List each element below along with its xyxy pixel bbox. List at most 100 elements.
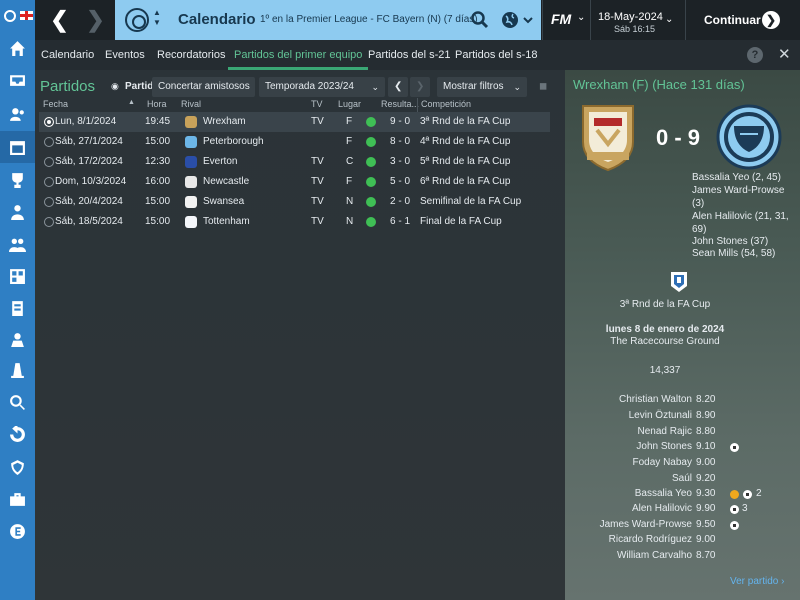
player-name[interactable]: Ricardo Rodríguez <box>609 534 692 545</box>
opponent-name[interactable]: Tottenham <box>203 216 250 227</box>
competition[interactable]: 3ª Rnd de la FA Cup <box>420 116 510 127</box>
club-crest-icon[interactable] <box>125 8 149 32</box>
lock-icon[interactable]: ◼ <box>533 77 553 97</box>
search-icon[interactable] <box>0 386 35 418</box>
globe-icon[interactable] <box>501 10 537 30</box>
inbox-icon[interactable] <box>0 64 35 96</box>
row-radio[interactable] <box>44 177 54 187</box>
player-name[interactable]: Alen Halilovic <box>632 503 692 514</box>
league-status[interactable]: 1º en la Premier League - FC Bayern (N) … <box>260 14 478 25</box>
opponent-name[interactable]: Newcastle <box>203 176 249 187</box>
back-arrow-icon[interactable]: ❮ <box>41 0 78 40</box>
help-icon[interactable]: ? <box>747 47 763 63</box>
transfers-icon[interactable] <box>0 418 35 450</box>
match-competition[interactable]: 3ª Rnd de la FA Cup <box>565 299 765 310</box>
col-competition[interactable]: Competición <box>421 99 471 109</box>
staff-icon[interactable] <box>0 196 35 228</box>
development-icon[interactable] <box>0 323 35 355</box>
calendar-icon[interactable] <box>0 131 35 163</box>
opponent-name[interactable]: Peterborough <box>203 136 264 147</box>
work-icon[interactable] <box>0 483 35 515</box>
tab-recordatorios[interactable]: Recordatorios <box>157 40 225 70</box>
season-select[interactable]: Temporada 2023/24 ⌄ <box>259 77 385 97</box>
match-result[interactable]: 2 - 0 <box>390 196 410 207</box>
game-date[interactable]: 18-May-2024 <box>598 11 663 23</box>
chevron-down-icon[interactable]: ⌄ <box>665 14 673 25</box>
row-radio[interactable] <box>44 137 54 147</box>
view-match-link[interactable]: Ver partido › <box>730 576 785 587</box>
club-info-icon[interactable] <box>0 451 35 483</box>
manchester-city-crest-icon[interactable] <box>716 104 782 170</box>
player-name[interactable]: Levin Öztunali <box>629 410 692 421</box>
finances-icon[interactable] <box>0 515 35 547</box>
show-filters-button[interactable]: Mostrar filtros ⌄ <box>437 77 527 97</box>
match-result[interactable]: 3 - 0 <box>390 156 410 167</box>
match-result[interactable]: 6 - 1 <box>390 216 410 227</box>
table-row[interactable]: Sáb, 18/5/2024 15:00 Tottenham TV N 6 - … <box>39 212 550 232</box>
player-name[interactable]: William Carvalho <box>617 550 692 561</box>
partidos-toggle[interactable]: Partid <box>125 81 153 92</box>
player-name[interactable]: Nenad Rajic <box>638 426 692 437</box>
row-radio[interactable] <box>44 217 54 227</box>
wrexham-crest-icon[interactable] <box>579 102 637 172</box>
player-name[interactable]: John Stones <box>636 441 692 452</box>
table-row[interactable]: Sáb, 27/1/2024 15:00 Peterborough F 8 - … <box>39 132 550 152</box>
tab-partidos-s18[interactable]: Partidos del s-18 <box>455 40 538 70</box>
tab-partidos-primer-equipo[interactable]: Partidos del primer equipo <box>227 40 369 70</box>
table-row[interactable]: Dom, 10/3/2024 16:00 Newcastle TV F 5 - … <box>39 172 550 192</box>
row-radio[interactable] <box>44 197 54 207</box>
chevron-updown-icon[interactable]: ▲ ▼ <box>153 8 161 28</box>
arrange-friendlies-button[interactable]: Concertar amistosos <box>152 77 255 97</box>
opponent-name[interactable]: Swansea <box>203 196 244 207</box>
opponent-name[interactable]: Wrexham <box>203 116 246 127</box>
row-radio[interactable] <box>44 157 54 167</box>
medical-icon[interactable] <box>0 354 35 386</box>
table-row[interactable]: Lun, 8/1/2024 19:45 Wrexham TV F 9 - 0 3… <box>39 112 550 132</box>
table-row[interactable]: Sáb, 20/4/2024 15:00 Swansea TV N 2 - 0 … <box>39 192 550 212</box>
col-venue[interactable]: Lugar <box>338 99 361 109</box>
search-icon[interactable] <box>470 10 490 30</box>
competition[interactable]: Semifinal de la FA Cup <box>420 196 521 207</box>
competition[interactable]: 4ª Rnd de la FA Cup <box>420 136 510 147</box>
match-header[interactable]: Wrexham (F) (Hace 131 días) <box>573 77 745 92</box>
forward-arrow-icon[interactable]: ❯ <box>77 0 114 40</box>
competition[interactable]: Final de la FA Cup <box>420 216 502 227</box>
competition[interactable]: 5ª Rnd de la FA Cup <box>420 156 510 167</box>
player-name[interactable]: Foday Nabay <box>633 457 692 468</box>
scouting-icon[interactable] <box>0 292 35 324</box>
continue-button[interactable]: Continuar ❯ <box>686 0 800 40</box>
chevron-down-icon[interactable]: ⌄ <box>577 12 585 23</box>
tactics-icon[interactable] <box>0 260 35 292</box>
player-name[interactable]: James Ward-Prowse <box>600 519 692 530</box>
result-win-icon <box>366 137 376 147</box>
training-icon[interactable] <box>0 228 35 260</box>
close-icon[interactable]: ✕ <box>778 45 791 63</box>
player-name[interactable]: Christian Walton <box>619 394 692 405</box>
tab-calendario[interactable]: Calendario <box>41 40 94 70</box>
competition[interactable]: 6ª Rnd de la FA Cup <box>420 176 510 187</box>
home-icon[interactable] <box>0 32 35 64</box>
match-result[interactable]: 8 - 0 <box>390 136 410 147</box>
match-result[interactable]: 9 - 0 <box>390 116 410 127</box>
col-time[interactable]: Hora <box>147 99 167 109</box>
chevron-left-icon[interactable]: ❮ <box>388 77 408 97</box>
table-row[interactable]: Sáb, 17/2/2024 12:30 Everton TV C 3 - 0 … <box>39 152 550 172</box>
nation-flags[interactable] <box>3 6 35 24</box>
chevron-right-icon[interactable]: ❯ <box>410 77 430 97</box>
row-radio[interactable] <box>44 117 54 127</box>
fm-logo[interactable]: FM <box>551 11 571 27</box>
eye-icon[interactable]: ◉ <box>111 81 119 92</box>
trophy-icon[interactable] <box>0 164 35 196</box>
stadium[interactable]: The Racecourse Ground <box>565 336 765 347</box>
col-result[interactable]: Resulta... <box>381 99 419 109</box>
tab-eventos[interactable]: Eventos <box>105 40 145 70</box>
col-tv[interactable]: TV <box>311 99 323 109</box>
squad-icon[interactable] <box>0 98 35 130</box>
col-date[interactable]: Fecha <box>43 99 68 109</box>
player-name[interactable]: Bassalia Yeo <box>635 488 692 499</box>
match-result[interactable]: 5 - 0 <box>390 176 410 187</box>
tab-partidos-s21[interactable]: Partidos del s-21 <box>368 40 451 70</box>
player-name[interactable]: Saúl <box>672 473 692 484</box>
opponent-name[interactable]: Everton <box>203 156 237 167</box>
col-opponent[interactable]: Rival <box>181 99 201 109</box>
